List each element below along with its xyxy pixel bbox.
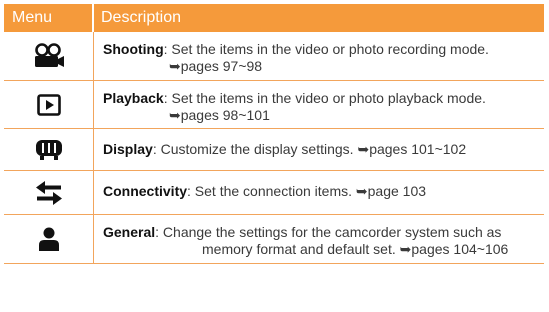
display-icon xyxy=(4,129,94,170)
connectivity-description: Connectivity: Set the connection items. … xyxy=(94,171,544,214)
table-header: Menu Description xyxy=(4,4,544,32)
playback-page-ref: ➥pages 98~101 xyxy=(169,107,270,123)
playback-icon xyxy=(4,81,94,128)
connectivity-text: : Set the connection items. xyxy=(187,183,352,199)
table-row-playback: Playback: Set the items in the video or … xyxy=(4,81,544,129)
general-icon xyxy=(4,215,94,263)
connectivity-title: Connectivity xyxy=(103,183,188,199)
shooting-title: Shooting xyxy=(103,41,164,57)
display-page-ref: ➥pages 101~102 xyxy=(357,141,467,157)
shooting-description: Shooting: Set the items in the video or … xyxy=(94,32,544,80)
playback-description: Playback: Set the items in the video or … xyxy=(94,81,544,128)
shooting-page-ref: ➥pages 97~98 xyxy=(169,58,263,74)
table-row-display: Display: Customize the display settings.… xyxy=(4,129,544,171)
menu-table: Menu Description Shooting: Set the items… xyxy=(4,4,544,308)
table-row-connectivity: Connectivity: Set the connection items. … xyxy=(4,171,544,215)
display-text: : Customize the display settings. xyxy=(152,141,354,157)
playback-title: Playback xyxy=(103,90,164,106)
playback-text: : Set the items in the video or photo pl… xyxy=(163,90,486,106)
general-page-ref: ➥pages 104~106 xyxy=(399,241,509,257)
connectivity-icon xyxy=(4,171,94,214)
table-row-shooting: Shooting: Set the items in the video or … xyxy=(4,32,544,81)
general-text-continued: memory format and default set. xyxy=(202,241,396,257)
table-row-general: General: Change the settings for the cam… xyxy=(4,215,544,264)
shooting-text: : Set the items in the video or photo re… xyxy=(163,41,489,57)
display-title: Display xyxy=(103,141,153,157)
general-text: : Change the settings for the camcorder … xyxy=(155,224,502,240)
header-description: Description xyxy=(101,9,182,26)
general-description: General: Change the settings for the cam… xyxy=(94,215,544,263)
general-title: General xyxy=(103,224,156,240)
display-description: Display: Customize the display settings.… xyxy=(94,129,544,170)
camcorder-icon xyxy=(4,32,94,80)
connectivity-page-ref: ➥page 103 xyxy=(355,183,427,199)
header-menu: Menu xyxy=(4,4,94,32)
